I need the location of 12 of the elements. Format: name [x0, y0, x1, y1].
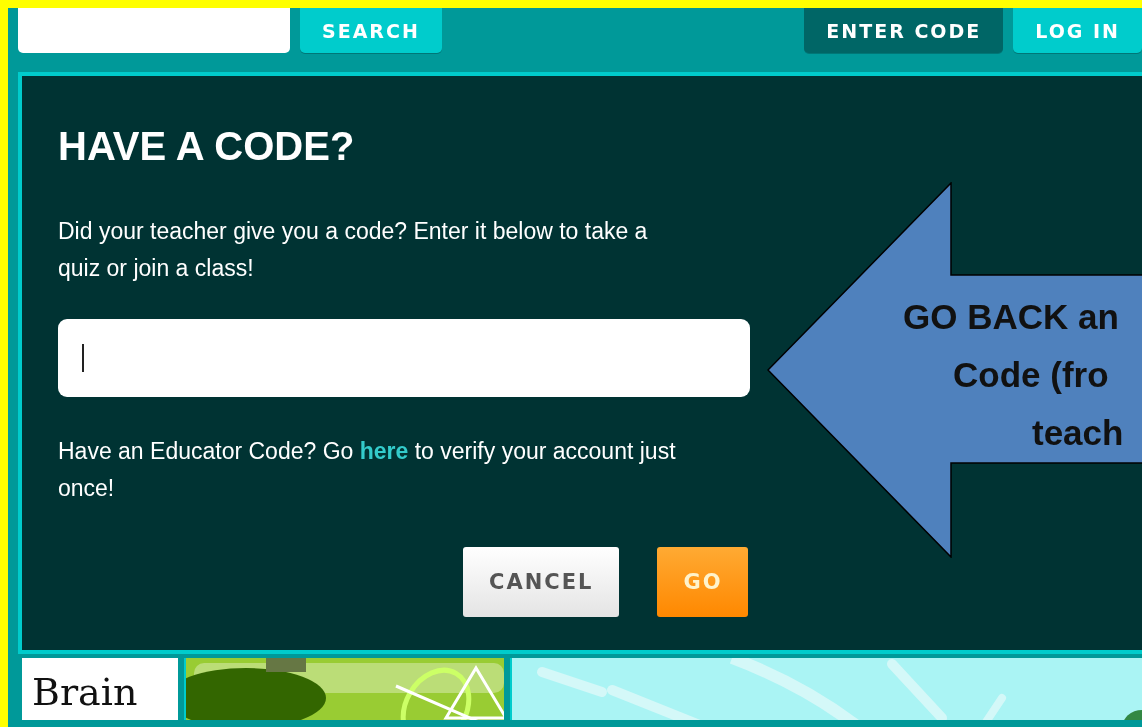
educator-note: Have an Educator Code? Go here to verify your account just once!	[58, 437, 677, 503]
cancel-button[interactable]: CANCEL	[463, 547, 620, 617]
text-cursor	[82, 344, 84, 372]
logo-tile[interactable]: Brain	[22, 658, 178, 720]
here-link[interactable]: here	[359, 438, 409, 464]
dialog-intro: Did your teacher give you a code? Enter it below to take a quiz or join a class!	[58, 217, 649, 283]
dialog-title: HAVE A CODE?	[58, 124, 355, 169]
code-input-field[interactable]	[58, 319, 750, 397]
search-field[interactable]	[18, 8, 290, 53]
nav-button[interactable]: ENTER CODE	[804, 8, 1004, 53]
logo-text: Brain	[32, 669, 138, 716]
callout-text: GO BACK an Code (fro teach	[903, 296, 1124, 454]
